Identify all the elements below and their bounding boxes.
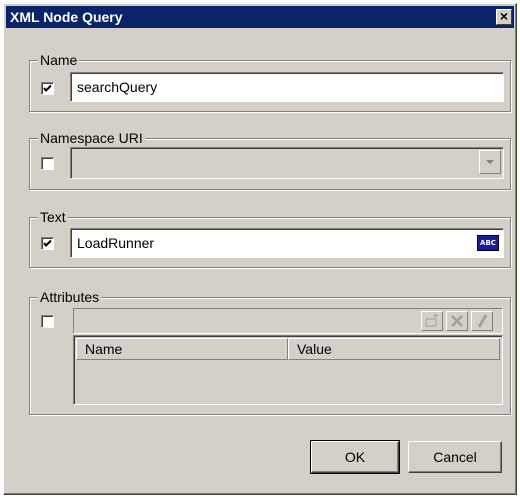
close-icon: × — [499, 8, 509, 24]
add-attribute-button[interactable] — [421, 311, 443, 331]
checkmark-icon — [43, 84, 52, 92]
column-header-value[interactable]: Value — [288, 338, 500, 360]
title-bar[interactable]: XML Node Query × — [6, 6, 514, 28]
attributes-toolbar — [73, 308, 503, 334]
namespace-group-label: Namespace URI — [38, 130, 145, 146]
namespace-checkbox[interactable] — [41, 157, 54, 170]
text-input[interactable]: LoadRunner ABC — [70, 228, 504, 258]
column-header-name[interactable]: Name — [76, 338, 288, 360]
checkmark-icon — [43, 239, 52, 247]
delete-icon — [451, 315, 463, 327]
xml-node-query-dialog: XML Node Query × Name searchQuery Namesp… — [3, 3, 517, 495]
window-title: XML Node Query — [10, 9, 123, 25]
attributes-group-label: Attributes — [38, 289, 102, 305]
chevron-down-icon — [486, 160, 494, 164]
text-checkbox[interactable] — [41, 237, 54, 250]
add-icon — [425, 313, 439, 327]
name-group-label: Name — [38, 52, 80, 68]
ok-button[interactable]: OK — [310, 440, 400, 474]
close-button[interactable]: × — [496, 9, 512, 25]
attributes-checkbox[interactable] — [41, 315, 54, 328]
text-group-label: Text — [38, 209, 68, 225]
edit-icon — [477, 314, 488, 328]
text-input-value: LoadRunner — [77, 235, 155, 251]
delete-attribute-button[interactable] — [446, 311, 468, 331]
namespace-dropdown[interactable] — [70, 147, 504, 179]
name-input-value: searchQuery — [77, 79, 158, 95]
name-checkbox[interactable] — [41, 82, 54, 95]
dropdown-button[interactable] — [479, 150, 501, 174]
edit-attribute-button[interactable] — [471, 311, 493, 331]
abc-icon[interactable]: ABC — [477, 235, 499, 251]
name-input[interactable]: searchQuery — [70, 72, 504, 102]
cancel-button[interactable]: Cancel — [408, 441, 502, 473]
attributes-table[interactable]: Name Value — [73, 335, 503, 405]
